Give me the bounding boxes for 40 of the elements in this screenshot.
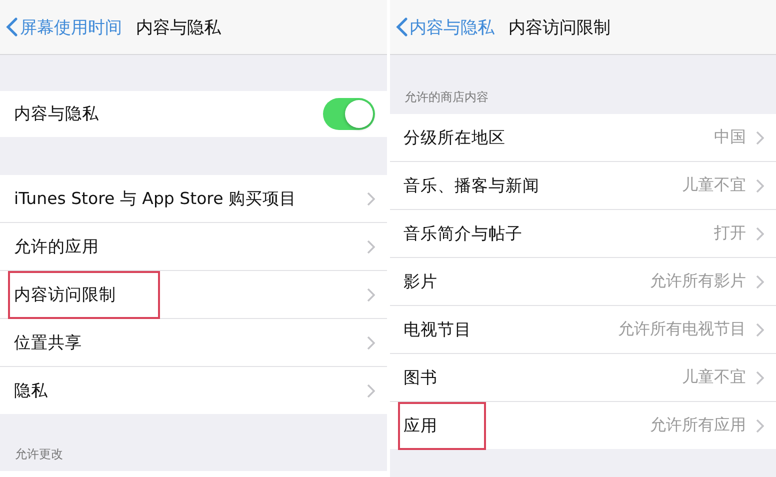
row-label: 图书 (404, 366, 438, 388)
row-label: 位置共享 (14, 332, 82, 354)
row-value: 打开 (714, 223, 746, 244)
row-value: 儿童不宜 (682, 175, 746, 196)
row-value: 允许所有应用 (650, 415, 746, 436)
chevron-icon (756, 370, 764, 384)
row-label: 音乐简介与帖子 (404, 222, 522, 244)
row-label: 内容访问限制 (14, 284, 116, 306)
chevron-icon (756, 322, 764, 336)
row-label: 电视节目 (404, 318, 472, 340)
row-label: 内容与隐私 (14, 103, 99, 125)
row-label: 允许的应用 (14, 236, 99, 258)
chevron-icon (366, 240, 374, 254)
section-header: 允许更改 (14, 446, 63, 463)
chevron-icon (756, 418, 764, 432)
chevron-icon (366, 192, 374, 206)
row-value: 儿童不宜 (682, 367, 746, 388)
chevron-icon (756, 274, 764, 288)
back-chevron-icon (6, 17, 18, 37)
chevron-icon (366, 384, 374, 398)
settings-row[interactable]: 内容访问限制 (0, 271, 386, 319)
toggle-switch[interactable] (322, 98, 374, 130)
row-value: 允许所有电视节目 (618, 319, 746, 340)
row-label: 分级所在地区 (404, 126, 506, 148)
chevron-icon (756, 130, 764, 144)
chevron-icon (756, 226, 764, 240)
row-label: 应用 (404, 414, 438, 436)
section-header: 允许的商店内容 (404, 89, 488, 106)
chevron-icon (366, 336, 374, 350)
row-value: 中国 (714, 127, 746, 148)
nav-title: 内容与隐私 (136, 16, 221, 38)
row-label: iTunes Store 与 App Store 购买项目 (14, 188, 297, 210)
chevron-icon (366, 288, 374, 302)
row-label: 隐私 (14, 380, 48, 402)
nav-title: 内容访问限制 (508, 16, 610, 38)
row-label: 影片 (404, 270, 438, 292)
chevron-icon (756, 178, 764, 192)
row-label: 音乐、播客与新闻 (404, 174, 540, 196)
row-value: 允许所有影片 (650, 271, 746, 292)
back-chevron-icon (396, 17, 408, 37)
